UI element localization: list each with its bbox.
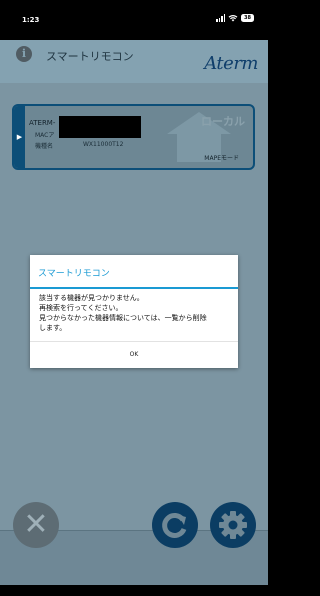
status-bar: 1:23 38 — [0, 0, 268, 40]
device-mac-label: MACア — [35, 132, 55, 139]
wifi-icon — [228, 15, 238, 22]
alert-dialog: スマートリモコン 該当する機器が見つかりません。 再検索を行ってください。 見つ… — [30, 255, 238, 368]
dialog-message-line: 再検索を行ってください。 — [39, 304, 123, 312]
device-name: ATERM- — [29, 119, 56, 127]
dialog-message-line: 該当する機器が見つかりません。 — [39, 294, 144, 302]
device-model-value: WX11000T12 — [83, 141, 124, 148]
device-model-label: 機種名 — [35, 143, 54, 150]
dialog-message-line: します。 — [39, 324, 67, 332]
device-mode: MAPEモード — [204, 155, 239, 162]
brand-logo: Aterm — [204, 53, 258, 74]
battery-icon: 38 — [241, 14, 254, 22]
dialog-title: スマートリモコン — [38, 269, 110, 279]
device-card[interactable]: ▶ ATERM- MACア 機種名 WX11000T12 ローカル MAPEモー… — [12, 104, 255, 170]
refresh-icon — [162, 513, 187, 538]
page-title: スマートリモコン — [46, 50, 134, 63]
dialog-message: 該当する機器が見つかりません。 再検索を行ってください。 見つからなかった機器情… — [39, 293, 231, 333]
redaction-box — [59, 116, 141, 138]
status-icons: 38 — [216, 14, 254, 22]
battery-level: 38 — [244, 15, 251, 21]
dialog-divider — [30, 287, 238, 289]
gear-icon — [219, 511, 247, 539]
chevron-right-icon: ▶ — [14, 106, 25, 168]
connection-badge: ローカル — [201, 115, 245, 128]
app-header: i スマートリモコン Aterm — [0, 40, 268, 83]
dialog-message-line: 見つからなかった機器情報については、一覧から削除 — [39, 314, 207, 322]
delete-button[interactable]: ✕ — [13, 502, 59, 548]
status-time: 1:23 — [22, 16, 40, 24]
info-icon[interactable]: i — [16, 46, 32, 62]
cellular-signal-icon — [216, 14, 225, 22]
settings-button[interactable] — [210, 502, 256, 548]
ok-button[interactable]: OK — [30, 342, 238, 368]
refresh-button[interactable] — [152, 502, 198, 548]
close-x-icon: ✕ — [23, 507, 49, 542]
home-indicator-area — [0, 585, 268, 596]
